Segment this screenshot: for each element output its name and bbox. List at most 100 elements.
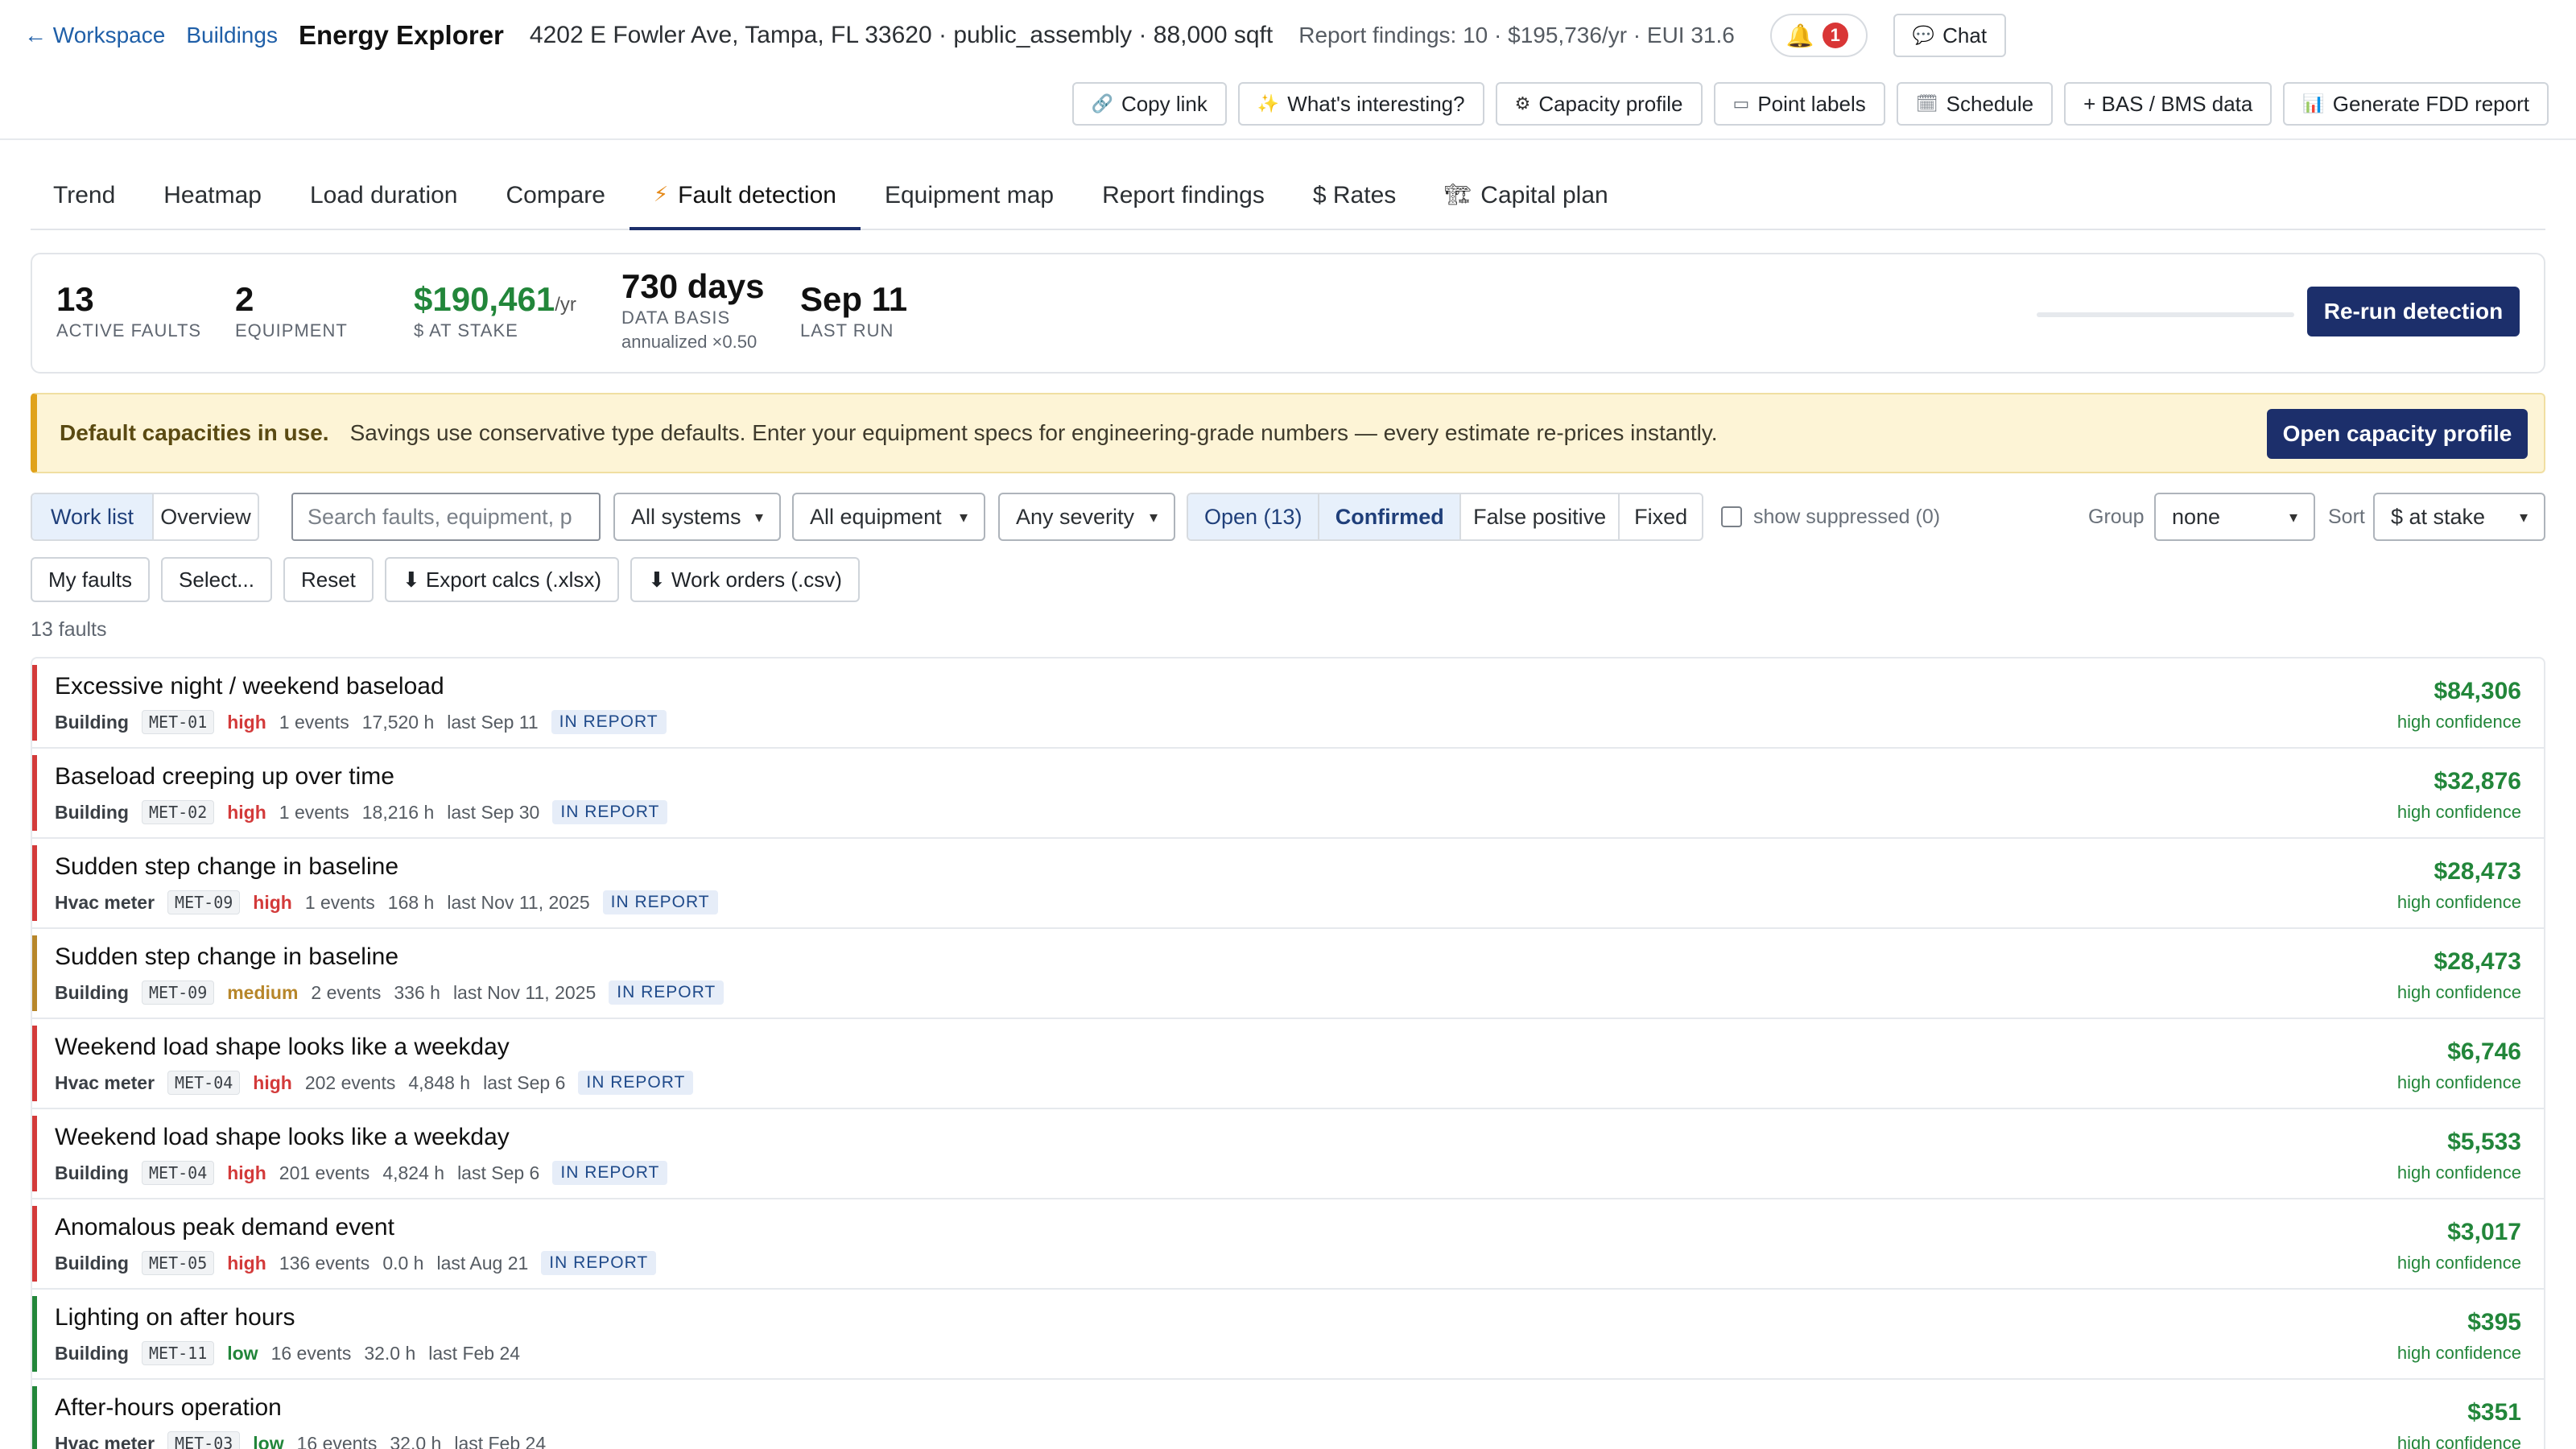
fault-events: 16 events bbox=[296, 1432, 378, 1449]
main-tabs: Trend Heatmap Load duration Compare ⚡ Fa… bbox=[31, 171, 2545, 230]
whats-interesting-button[interactable]: ✨ What's interesting? bbox=[1237, 82, 1484, 126]
open-capacity-profile-button[interactable]: Open capacity profile bbox=[2267, 409, 2528, 459]
notifications-button[interactable]: 🔔 1 bbox=[1769, 14, 1868, 57]
chat-button[interactable]: 💬 Chat bbox=[1893, 14, 2007, 57]
tab-fault-detection[interactable]: ⚡ Fault detection bbox=[629, 171, 861, 230]
fault-hours: 168 h bbox=[387, 891, 435, 913]
tab-compare[interactable]: Compare bbox=[482, 171, 630, 229]
copy-link-button[interactable]: 🔗 Copy link bbox=[1071, 82, 1227, 126]
reset-button[interactable]: Reset bbox=[283, 557, 374, 602]
fault-row[interactable]: Weekend load shape looks like a weekday H… bbox=[32, 1019, 2544, 1109]
fault-hours: 4,824 h bbox=[382, 1162, 445, 1183]
show-suppressed-toggle[interactable]: show suppressed (0) bbox=[1721, 493, 1940, 541]
fault-rule-code: MET-01 bbox=[141, 710, 215, 734]
back-to-workspace-link[interactable]: ← Workspace bbox=[24, 23, 165, 48]
tab-load-duration[interactable]: Load duration bbox=[286, 171, 482, 229]
point-labels-button[interactable]: ▭ Point labels bbox=[1713, 82, 1885, 126]
stat-label: LAST RUN bbox=[800, 320, 894, 341]
fault-title: Weekend load shape looks like a weekday bbox=[55, 1034, 510, 1060]
fault-row[interactable]: Baseload creeping up over time Building ME… bbox=[32, 749, 2544, 839]
fault-row[interactable]: Excessive night / weekend baseload Buildi… bbox=[32, 658, 2544, 749]
fault-confidence: high confidence bbox=[2396, 1433, 2521, 1449]
fault-severity: high bbox=[227, 1252, 266, 1274]
my-faults-button[interactable]: My faults bbox=[31, 557, 151, 602]
view-label: Overview bbox=[160, 504, 251, 529]
tab-report-findings[interactable]: Report findings bbox=[1078, 171, 1289, 229]
tab-label: Capital plan bbox=[1480, 182, 1608, 208]
button-label: ⬇ Export calcs (.xlsx) bbox=[402, 567, 602, 592]
group-select[interactable]: none ▾ bbox=[2154, 493, 2315, 541]
status-fixed[interactable]: Fixed bbox=[1620, 494, 1702, 539]
status-false-positive[interactable]: False positive bbox=[1461, 494, 1620, 539]
fault-equipment-type: Building bbox=[55, 1252, 129, 1274]
status-confirmed[interactable]: Confirmed bbox=[1319, 494, 1461, 539]
fault-list: Excessive night / weekend baseload Buildi… bbox=[31, 657, 2545, 1449]
work-orders-button[interactable]: ⬇ Work orders (.csv) bbox=[630, 557, 860, 602]
schedule-button[interactable]: 🗓 Schedule bbox=[1896, 82, 2054, 126]
tab-capital-plan[interactable]: 🏗 Capital plan bbox=[1420, 171, 1632, 229]
fault-events: 202 events bbox=[304, 1071, 396, 1093]
tab-heatmap[interactable]: Heatmap bbox=[139, 171, 286, 229]
sort-select[interactable]: $ at stake ▾ bbox=[2373, 493, 2545, 541]
select-button[interactable]: Select... bbox=[161, 557, 272, 602]
fault-rule-code: MET-05 bbox=[141, 1251, 215, 1275]
add-bas-data-button[interactable]: + BAS / BMS data bbox=[2064, 82, 2273, 126]
stat-last-run: Sep 11 LAST RUN bbox=[800, 280, 907, 341]
fault-amount: $5,533 bbox=[2447, 1129, 2521, 1155]
fault-last-seen: last Sep 6 bbox=[483, 1071, 566, 1093]
in-report-badge: IN REPORT bbox=[541, 1251, 657, 1275]
fault-confidence: high confidence bbox=[2396, 1343, 2521, 1363]
severity-bar bbox=[32, 845, 37, 921]
fault-row[interactable]: Anomalous peak demand event Building MET-0… bbox=[32, 1199, 2544, 1290]
toolbar: 🔗 Copy link ✨ What's interesting? ⚙ Capa… bbox=[1071, 82, 2549, 126]
search-input[interactable]: Search faults, equipment, p bbox=[291, 493, 601, 541]
fault-events: 2 events bbox=[311, 981, 382, 1003]
calendar-icon: 🗓 bbox=[1915, 93, 1938, 114]
systems-select[interactable]: All systems ▾ bbox=[613, 493, 781, 541]
fault-events: 16 events bbox=[270, 1342, 352, 1364]
fault-meta: Building MET-02 high 1 events 18,216 h last S… bbox=[55, 800, 668, 824]
fault-confidence: high confidence bbox=[2396, 712, 2521, 732]
severity-select[interactable]: Any severity ▾ bbox=[998, 493, 1175, 541]
rerun-detection-button[interactable]: Re-run detection bbox=[2307, 287, 2520, 336]
fault-title: After-hours operation bbox=[55, 1394, 282, 1421]
buildings-link[interactable]: Buildings bbox=[186, 23, 278, 48]
fault-row[interactable]: Sudden step change in baseline Hvac meter… bbox=[32, 839, 2544, 929]
chevron-down-icon: ▾ bbox=[2289, 508, 2297, 526]
fault-hours: 32.0 h bbox=[364, 1342, 416, 1364]
fault-title: Lighting on after hours bbox=[55, 1304, 295, 1331]
fault-hours: 18,216 h bbox=[361, 801, 435, 823]
fault-last-seen: last Nov 11, 2025 bbox=[452, 981, 597, 1003]
fault-row[interactable]: Weekend load shape looks like a weekday B… bbox=[32, 1109, 2544, 1199]
view-overview[interactable]: Overview bbox=[154, 494, 258, 539]
tab-rates[interactable]: $ Rates bbox=[1289, 171, 1420, 229]
export-calcs-button[interactable]: ⬇ Export calcs (.xlsx) bbox=[384, 557, 620, 602]
fault-row[interactable]: After-hours operation Hvac meter MET-03 low… bbox=[32, 1380, 2544, 1449]
capacity-profile-button[interactable]: ⚙ Capacity profile bbox=[1495, 82, 1703, 126]
fault-events: 1 events bbox=[279, 711, 349, 733]
fault-row[interactable]: Lighting on after hours Building MET-11 low… bbox=[32, 1290, 2544, 1380]
tab-trend[interactable]: Trend bbox=[31, 171, 139, 229]
status-open[interactable]: Open (13) bbox=[1188, 494, 1320, 539]
fault-rule-code: MET-03 bbox=[167, 1431, 241, 1449]
equipment-select[interactable]: All equipment ▾ bbox=[792, 493, 985, 541]
tab-label: Fault detection bbox=[678, 182, 836, 208]
app-title: Energy Explorer bbox=[298, 20, 504, 50]
fault-row[interactable]: Sudden step change in baseline Building ME… bbox=[32, 929, 2544, 1019]
fault-last-seen: last Feb 24 bbox=[454, 1432, 547, 1449]
fault-meta: Hvac meter MET-03 low 16 events 32.0 h last F… bbox=[55, 1431, 546, 1449]
chevron-down-icon: ▾ bbox=[2519, 508, 2528, 526]
chart-icon: 📊 bbox=[2302, 93, 2325, 114]
tab-label: Load duration bbox=[310, 182, 458, 208]
fault-amount: $84,306 bbox=[2434, 678, 2521, 704]
sparkle-icon: ✨ bbox=[1257, 93, 1280, 114]
view-work-list[interactable]: Work list bbox=[32, 494, 154, 539]
stat-sublabel: annualized ×0.50 bbox=[621, 332, 758, 352]
generate-fdd-report-button[interactable]: 📊 Generate FDD report bbox=[2283, 82, 2549, 126]
gear-icon: ⚙ bbox=[1514, 93, 1531, 114]
show-suppressed-checkbox[interactable] bbox=[1721, 506, 1742, 527]
tab-equipment-map[interactable]: Equipment map bbox=[861, 171, 1078, 229]
fault-amount: $28,473 bbox=[2434, 948, 2521, 975]
fault-rule-code: MET-02 bbox=[141, 800, 215, 824]
select-value: none bbox=[2172, 504, 2221, 529]
